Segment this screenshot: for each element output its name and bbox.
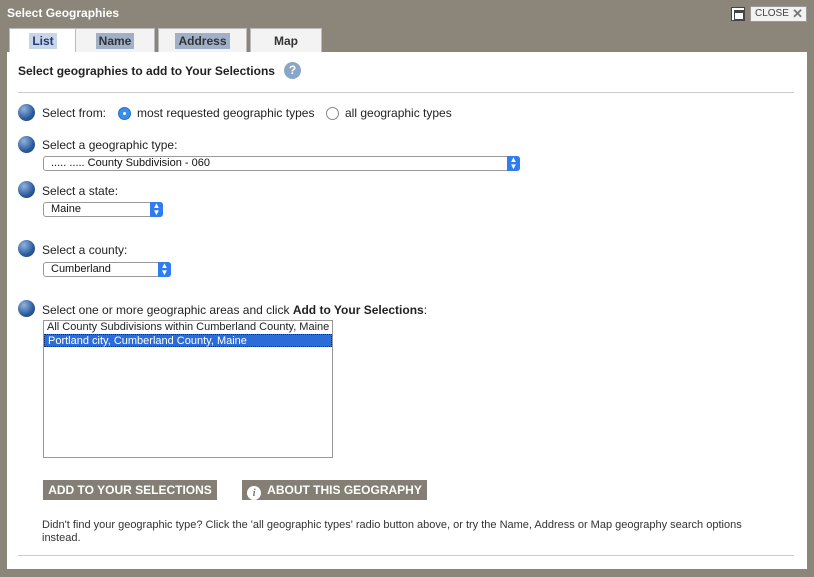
step-bullet-icon (18, 104, 35, 121)
info-icon: i (247, 486, 262, 500)
about-geography-label: ABOUT THIS GEOGRAPHY (267, 483, 422, 497)
divider (18, 92, 794, 93)
county-value: Cumberland (51, 263, 111, 275)
areas-label: Select one or more geographic areas and … (42, 303, 427, 317)
step-bullet-icon (18, 136, 35, 153)
tab-strip: List Name Address Map (7, 28, 807, 54)
select-arrows-icon: ▲ ▼ (507, 156, 520, 171)
select-arrows-icon: ▲ ▼ (158, 262, 171, 277)
step-bullet-icon (18, 240, 35, 257)
close-label: CLOSE (755, 8, 789, 19)
state-label: Select a state: (42, 184, 119, 198)
tab-map[interactable]: Map (250, 28, 322, 52)
state-value: Maine (51, 203, 81, 215)
radio-most-requested[interactable] (118, 107, 131, 120)
county-select[interactable]: Cumberland ▲ ▼ (43, 262, 171, 277)
tab-list-label: List (29, 33, 57, 49)
dialog-titlebar: Select Geographies CLOSE ✕ (0, 0, 814, 28)
help-note: Didn't find your geographic type? Click … (42, 519, 742, 544)
tab-name[interactable]: Name (75, 28, 155, 52)
geo-type-select[interactable]: ..... ..... County Subdivision - 060 ▲ ▼ (43, 156, 520, 171)
add-to-selections-button[interactable]: ADD TO YOUR SELECTIONS (43, 480, 217, 500)
county-label: Select a county: (42, 243, 128, 257)
radio-all-types[interactable] (326, 107, 339, 120)
select-arrows-icon: ▲ ▼ (150, 202, 163, 217)
state-select[interactable]: Maine ▲ ▼ (43, 202, 163, 217)
page-heading: Select geographies to add to Your Select… (18, 64, 275, 78)
radio-all-types-label[interactable]: all geographic types (345, 106, 452, 120)
about-geography-button[interactable]: i ABOUT THIS GEOGRAPHY (242, 480, 427, 500)
areas-label-bold: Add to Your Selections (292, 303, 424, 317)
tab-map-label: Map (274, 34, 298, 48)
dialog-title: Select Geographies (7, 6, 120, 20)
divider (18, 555, 794, 556)
radio-most-requested-label[interactable]: most requested geographic types (137, 106, 314, 120)
tab-list[interactable]: List (9, 28, 77, 54)
step-bullet-icon (18, 300, 35, 317)
geo-type-value: ..... ..... County Subdivision - 060 (51, 157, 210, 169)
areas-label-suffix: : (423, 303, 428, 317)
step-bullet-icon (18, 181, 35, 198)
help-icon[interactable]: ? (284, 62, 301, 79)
tab-address[interactable]: Address (158, 28, 247, 52)
areas-label-text: Select one or more geographic areas and … (42, 303, 293, 317)
close-icon: ✕ (792, 6, 803, 21)
list-item[interactable]: All County Subdivisions within Cumberlan… (44, 321, 332, 334)
tab-address-label: Address (175, 33, 230, 49)
close-button[interactable]: CLOSE ✕ (750, 6, 807, 22)
list-item-selected[interactable]: Portland city, Cumberland County, Maine (44, 334, 332, 347)
minimize-icon[interactable] (731, 7, 745, 21)
geo-type-label: Select a geographic type: (42, 138, 178, 152)
areas-listbox[interactable]: All County Subdivisions within Cumberlan… (43, 320, 333, 458)
select-from-label: Select from: (42, 106, 107, 120)
tab-name-label: Name (95, 33, 135, 49)
